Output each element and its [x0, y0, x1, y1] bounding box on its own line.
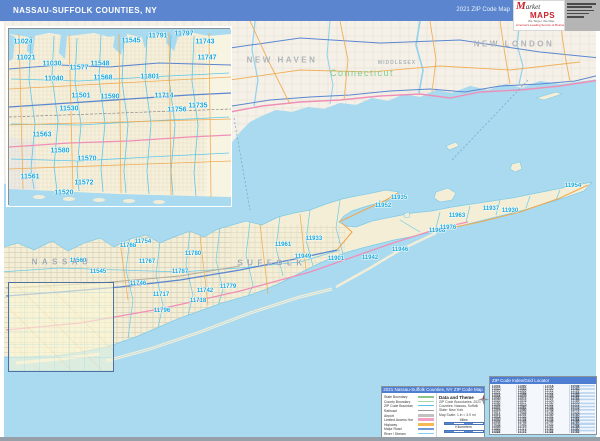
inset-zip-code-label: 11520	[54, 189, 74, 197]
index-column-inner: 11718 11719 11720 11721 11722 11724 11725 11726…	[544, 385, 569, 433]
inset-zip-code-label: 11801	[140, 73, 160, 81]
inset-zip-code-label: 11561	[20, 173, 40, 181]
zip-index-body: 11001 11003 11010 11020 11021 11023 11024 11030…	[490, 384, 596, 434]
logo-subtagline: America's Leading Source of Business Map…	[516, 23, 565, 27]
compass-rose-icon	[478, 394, 490, 405]
legend-item-swatch	[418, 410, 434, 412]
legend-data-row: Map Scale: 1 in = 3.9 mi	[439, 412, 476, 417]
marketmaps-logo: Market MAPS We Target. We Map. America's…	[513, 0, 565, 31]
inset-zip-code-label: 11590	[100, 93, 120, 101]
inset-zip-code-label: 11024	[13, 38, 33, 46]
inset-zip-code-label: 11568	[93, 74, 113, 82]
legend-body: State Boundary County Boundary ZIP Code Bo…	[382, 393, 490, 437]
contact-line	[567, 6, 592, 8]
sheet-margin-left	[0, 22, 4, 437]
sheet-bottom-edge	[0, 437, 600, 441]
inset-zip-code-label: 11797	[174, 30, 194, 38]
map-sheet: Connecticut 11560 11545 11768 11754 11780 117…	[0, 0, 600, 441]
legend-item-swatch	[418, 413, 434, 417]
inset-zip-code-label: 11580	[50, 147, 70, 155]
legend-items: State Boundary County Boundary ZIP Code Bo…	[382, 393, 437, 437]
legend-data-theme: Data and Theme ZIP Code Boundaries: 2021…	[437, 393, 490, 437]
inset-zip-code-label: 11735	[188, 102, 208, 110]
inset-zip-code-label: 11572	[74, 179, 94, 187]
inset-extent-rectangle	[8, 282, 114, 372]
inset-zip-code-label: 11545	[121, 37, 141, 45]
map-edition: 2021 ZIP Code Map	[456, 7, 510, 13]
legend-item-label: State Boundary	[384, 394, 408, 399]
legend-item-swatch	[418, 395, 434, 398]
index-column-inner: 11001 11003 11010 11020 11021 11023 11024 11030…	[491, 385, 516, 433]
inset-zip-code-label: 11743	[195, 38, 215, 46]
legend-item-swatch	[418, 433, 434, 435]
legend-item-swatch	[418, 418, 434, 422]
index-column: 11560 11561 11563 11565 11566 11568 11570 11572…	[516, 385, 542, 433]
index-column-inner: 11757 11758 11762 11763 11764 11765 11766 11767…	[570, 385, 595, 433]
zip-index-panel: ZIP Code Index/Grid Locator 11001 11003 11…	[489, 376, 597, 435]
inset-zip-code-label: 11747	[197, 54, 217, 62]
contact-line	[567, 12, 589, 15]
title-bar: NASSAU-SUFFOLK COUNTIES, NY 2021 ZIP Cod…	[0, 0, 600, 21]
index-column: 11718 11719 11720 11721 11722 11724 11725 11726…	[542, 385, 569, 433]
contact-line	[567, 16, 585, 18]
index-column: 11001 11003 11010 11020 11021 11023 11024 11030…	[491, 385, 516, 433]
inset-zip-code-label: 11714	[154, 92, 174, 100]
inset-zip-code-label: 11756	[167, 106, 187, 114]
inset-zip-code-label: 11530	[59, 105, 79, 113]
legend-item-swatch	[418, 405, 434, 407]
inset-zip-code-label: 11563	[32, 131, 52, 139]
inset-map-western-nassau: 11024 11021 11030 11577 11548 11040 11568 11501…	[8, 28, 231, 206]
scalebar-kilometers	[443, 430, 484, 433]
inset-zip-code-label: 11548	[90, 60, 110, 68]
legend-item-label: River / Stream	[384, 431, 406, 436]
legend-item-swatch	[418, 427, 434, 430]
inset-zip-code-label: 11040	[44, 75, 64, 83]
legend-item-swatch	[418, 422, 434, 426]
legend-item-label: Railroad	[384, 408, 397, 413]
index-column-inner: 11560 11561 11563 11565 11566 11568 11570 11572…	[517, 385, 542, 433]
inset-zip-code-label: 11501	[71, 92, 91, 100]
legend-item-swatch	[418, 400, 434, 402]
inset-zip-code-label: 11570	[77, 155, 97, 163]
contact-info-box	[565, 0, 600, 31]
inset-zip-code-label: 11021	[16, 54, 36, 62]
inset-zip-code-label: 11030	[42, 60, 62, 68]
zip-index-title: ZIP Code Index/Grid Locator	[490, 377, 596, 384]
inset-zip-code-label: 11791	[148, 32, 168, 40]
contact-line	[567, 9, 594, 12]
logo-arket: arket	[525, 3, 541, 11]
legend-item-label: Limited Access Hwy	[384, 417, 413, 422]
legend-item: River / Stream	[384, 431, 434, 436]
legend-panel: 2021 Nassau-Suffolk Counties, NY ZIP Cod…	[381, 386, 490, 438]
map-title: NASSAU-SUFFOLK COUNTIES, NY	[13, 6, 158, 15]
index-column: 11757 11758 11762 11763 11764 11765 11766 11767…	[568, 385, 595, 433]
contact-line	[567, 3, 596, 5]
inset-label-layer: 11024 11021 11030 11577 11548 11040 11568 11501…	[9, 29, 231, 206]
logo-maps: MAPS	[530, 11, 556, 20]
logo-m-icon: M	[516, 0, 526, 12]
inset-zip-code-label: 11577	[69, 64, 89, 72]
